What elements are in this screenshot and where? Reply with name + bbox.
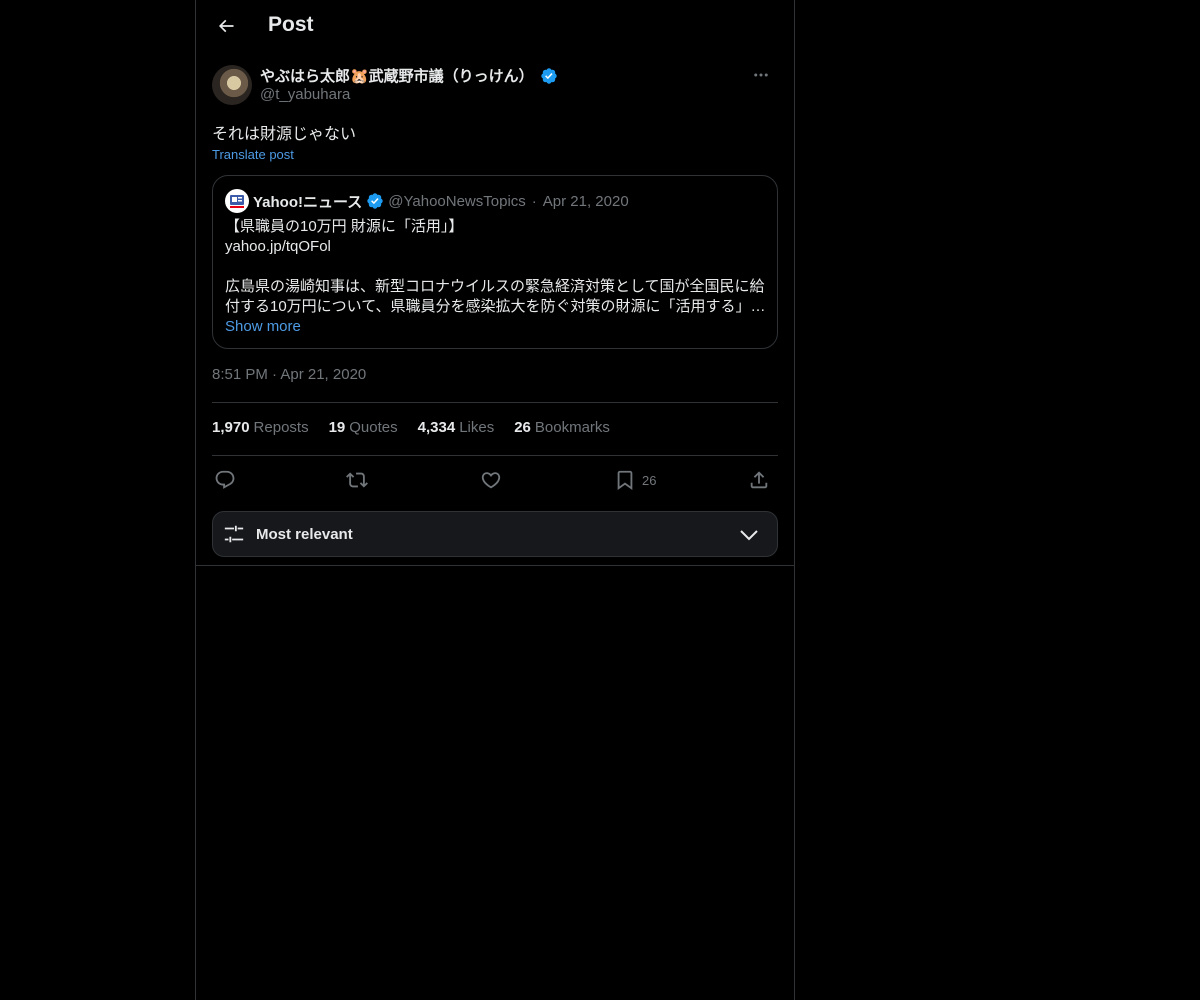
quoted-line (225, 257, 767, 277)
verified-badge-icon[interactable] (540, 67, 558, 85)
quoted-post-body: 【県職員の10万円 財源に「活用」】 yahoo.jp/tqOFol 広島県の湯… (225, 217, 767, 337)
quotes-stat[interactable]: 19 Quotes (329, 419, 398, 439)
author-handle[interactable]: @t_yabuhara (260, 86, 350, 103)
post-timestamp[interactable]: 8:51 PM · Apr 21, 2020 (212, 366, 366, 383)
chevron-down-icon (740, 530, 758, 541)
reply-sort-dropdown[interactable]: Most relevant (212, 511, 778, 557)
reposts-count: 1,970 (212, 419, 250, 436)
bookmarks-count: 26 (514, 419, 531, 436)
more-options-button[interactable] (744, 64, 778, 86)
show-more-link[interactable]: Show more (225, 317, 767, 337)
bookmark-button[interactable]: 26 (614, 466, 656, 494)
arrow-left-icon (218, 19, 234, 33)
quoted-avatar (225, 189, 249, 213)
likes-label: Likes (459, 419, 495, 436)
quoted-line: 広島県の湯崎知事は、新型コロナウイルスの緊急経済対策として国が全国民に給 (225, 278, 765, 295)
share-icon (750, 471, 768, 489)
repost-icon (346, 472, 368, 488)
quoted-post-header: Yahoo!ニュース @YahooNewsTopics · Apr 21, 20… (225, 189, 629, 213)
quoted-date: Apr 21, 2020 (542, 192, 629, 210)
quotes-label: Quotes (349, 419, 398, 436)
post-stats: 1,970 Reposts 19 Quotes 4,334 Likes 26 Bookm… (212, 419, 630, 439)
sliders-icon (224, 525, 244, 543)
quoted-post[interactable]: Yahoo!ニュース @YahooNewsTopics · Apr 21, 20… (212, 175, 778, 349)
translate-post-link[interactable]: Translate post (212, 147, 294, 162)
post-author: やぶはら太郎🐹武蔵野市議（りっけん） @t_yabuhara (212, 64, 778, 108)
likes-stat[interactable]: 4,334 Likes (418, 419, 495, 439)
quoted-line: yahoo.jp/tqOFol (225, 238, 331, 255)
reply-button[interactable] (214, 466, 236, 494)
quotes-count: 19 (328, 419, 346, 436)
likes-count: 4,334 (417, 419, 456, 436)
quoted-line: 【県職員の10万円 財源に「活用」】 (225, 218, 464, 235)
divider (196, 565, 794, 566)
post-text: それは財源じゃない (212, 126, 357, 143)
divider (212, 455, 778, 456)
reply-icon (215, 470, 235, 489)
post-actions: 26 (212, 466, 778, 494)
bookmarks-stat[interactable]: 26 Bookmarks (514, 419, 610, 439)
share-button[interactable] (748, 466, 770, 494)
like-button[interactable] (480, 466, 502, 494)
quoted-author-handle: @YahooNewsTopics (388, 192, 526, 210)
bookmark-icon (617, 470, 633, 491)
more-horizontal-icon (754, 73, 768, 77)
bookmark-count: 26 (642, 472, 657, 488)
back-button[interactable] (208, 8, 244, 44)
quoted-line: 付する10万円について、県職員分を感染拡大を防ぐ対策の財源に「活用する」… (225, 298, 766, 315)
avatar[interactable] (212, 65, 252, 105)
heart-icon (481, 472, 501, 489)
quoted-author-name: Yahoo!ニュース (253, 193, 363, 211)
author-display-name[interactable]: やぶはら太郎🐹武蔵野市議（りっけん） (260, 65, 558, 86)
reposts-label: Reposts (253, 419, 309, 436)
page-header: Post (196, 0, 794, 54)
reposts-stat[interactable]: 1,970 Reposts (212, 419, 309, 439)
quoted-verified-badge-icon (367, 193, 383, 209)
sort-label: Most relevant (256, 526, 353, 543)
quoted-separator: · (531, 192, 537, 210)
page-title: Post (268, 13, 314, 36)
repost-button[interactable] (346, 466, 368, 494)
author-name-text: やぶはら太郎🐹武蔵野市議（りっけん） (260, 68, 534, 85)
yahoo-news-logo-icon (230, 195, 244, 208)
primary-column: Post やぶはら太郎🐹武蔵野市議（りっけん） @t_yabuhara それは財… (195, 0, 795, 1000)
bookmarks-label: Bookmarks (534, 419, 610, 436)
divider (212, 402, 778, 403)
